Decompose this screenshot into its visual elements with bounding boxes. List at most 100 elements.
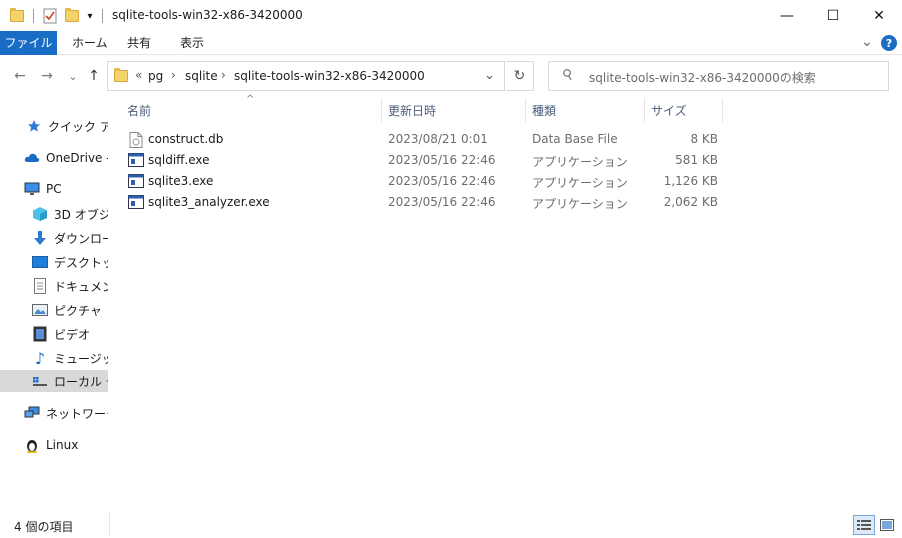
- file-row[interactable]: construct.db 2023/08/21 0:01 Data Base F…: [124, 129, 724, 150]
- new-folder-icon[interactable]: [65, 8, 79, 24]
- nav-item-documents[interactable]: ドキュメント: [0, 275, 108, 297]
- navigation-pane: クイック アクセス OneDrive - Personal PC 3D オブジェ…: [0, 100, 108, 512]
- file-row[interactable]: sqlite3_analyzer.exe 2023/05/16 22:46 アプ…: [124, 192, 724, 213]
- download-arrow-icon: [32, 230, 48, 246]
- nav-item-label: ビデオ: [54, 327, 91, 342]
- file-row[interactable]: sqldiff.exe 2023/05/16 22:46 アプリケーション 58…: [124, 150, 724, 171]
- desktop-icon: [32, 254, 48, 270]
- search-placeholder[interactable]: sqlite-tools-win32-x86-3420000の検索: [589, 69, 816, 86]
- nav-item-label: ダウンロード: [54, 231, 108, 246]
- breadcrumb-sqlite[interactable]: sqlite: [185, 69, 218, 83]
- nav-item-label: ローカル ディスク (C:): [54, 374, 108, 389]
- title-bar: ▾ sqlite-tools-win32-x86-3420000 — ☐ ✕: [0, 0, 902, 31]
- nav-item-onedrive[interactable]: OneDrive - Personal: [0, 147, 108, 169]
- nav-item-music[interactable]: ♪ ミュージック: [0, 347, 108, 369]
- file-date: 2023/05/16 22:46: [388, 195, 496, 209]
- divider: [109, 513, 110, 535]
- nav-item-label: OneDrive - Personal: [46, 151, 108, 165]
- column-divider[interactable]: [722, 98, 723, 122]
- nav-item-videos[interactable]: ビデオ: [0, 323, 108, 345]
- back-arrow-icon[interactable]: ←: [10, 66, 30, 86]
- ribbon-tabs: ファイル ホーム 共有 表示 ⌄ ?: [0, 31, 902, 55]
- column-header-date[interactable]: 更新日時: [388, 101, 436, 121]
- folder-icon: [114, 68, 128, 82]
- column-divider[interactable]: [525, 98, 526, 122]
- file-type: アプリケーション: [532, 176, 628, 190]
- search-box[interactable]: ⚲ sqlite-tools-win32-x86-3420000の検索: [548, 61, 889, 91]
- file-size: 8 KB: [690, 132, 718, 146]
- breadcrumb-separator-icon[interactable]: ›: [221, 68, 226, 82]
- nav-item-desktop[interactable]: デスクトップ: [0, 251, 108, 273]
- expand-ribbon-icon[interactable]: ⌄: [861, 34, 873, 50]
- breadcrumb-overflow-icon[interactable]: «: [135, 68, 142, 82]
- file-type: アプリケーション: [532, 155, 628, 169]
- tab-share[interactable]: 共有: [115, 31, 163, 55]
- nav-item-label: ドキュメント: [54, 279, 108, 294]
- file-size: 2,062 KB: [663, 195, 718, 209]
- details-view-icon[interactable]: [853, 515, 875, 535]
- file-explorer-window: ▾ sqlite-tools-win32-x86-3420000 — ☐ ✕ フ…: [0, 0, 902, 538]
- nav-item-local-disk[interactable]: ローカル ディスク (C:): [0, 370, 108, 392]
- maximize-button[interactable]: ☐: [810, 0, 856, 31]
- nav-item-linux[interactable]: Linux: [0, 434, 108, 456]
- onedrive-cloud-icon: [24, 150, 40, 166]
- close-button[interactable]: ✕: [856, 0, 902, 31]
- quick-access-star-icon: [26, 118, 42, 134]
- column-header-size[interactable]: サイズ: [651, 101, 687, 121]
- properties-check-icon[interactable]: [42, 8, 58, 24]
- nav-item-pc[interactable]: PC: [0, 178, 108, 200]
- search-icon: ⚲: [559, 65, 577, 85]
- address-bar[interactable]: « pg › sqlite › sqlite-tools-win32-x86-3…: [107, 61, 505, 91]
- exe-file-icon: [128, 153, 144, 170]
- videos-icon: [32, 326, 48, 342]
- pc-monitor-icon: [24, 181, 40, 197]
- help-icon[interactable]: ?: [881, 35, 897, 51]
- refresh-button[interactable]: ↻: [506, 61, 534, 91]
- nav-item-label: ミュージック: [54, 351, 108, 366]
- breadcrumb-separator-icon[interactable]: ›: [171, 68, 176, 82]
- nav-item-downloads[interactable]: ダウンロード: [0, 227, 108, 249]
- file-type: Data Base File: [532, 132, 618, 146]
- column-divider[interactable]: [381, 98, 382, 122]
- nav-item-quick-access[interactable]: クイック アクセス: [0, 115, 108, 137]
- breadcrumb-pg[interactable]: pg: [148, 69, 163, 83]
- db-file-icon: [129, 132, 143, 151]
- minimize-button[interactable]: —: [764, 0, 810, 31]
- pictures-icon: [32, 302, 48, 318]
- file-name: sqldiff.exe: [148, 153, 210, 167]
- column-divider[interactable]: [644, 98, 645, 122]
- nav-item-label: 3D オブジェクト: [54, 207, 108, 222]
- tab-view[interactable]: 表示: [168, 31, 216, 55]
- file-type: アプリケーション: [532, 197, 628, 211]
- file-size: 1,126 KB: [663, 174, 718, 188]
- 3d-objects-icon: [32, 206, 48, 222]
- window-title: sqlite-tools-win32-x86-3420000: [112, 8, 303, 22]
- address-dropdown-icon[interactable]: ⌄: [484, 68, 495, 83]
- nav-item-network[interactable]: ネットワーク: [0, 402, 108, 424]
- forward-arrow-icon[interactable]: →: [37, 66, 57, 86]
- file-name: sqlite3.exe: [148, 174, 214, 188]
- column-header-type[interactable]: 種類: [532, 101, 556, 121]
- tab-file[interactable]: ファイル: [0, 31, 57, 55]
- customize-quick-access-icon[interactable]: ▾: [85, 8, 95, 24]
- file-date: 2023/05/16 22:46: [388, 174, 496, 188]
- documents-icon: [32, 278, 48, 294]
- nav-item-label: ピクチャ: [54, 303, 102, 318]
- nav-item-pictures[interactable]: ピクチャ: [0, 299, 108, 321]
- column-header-name[interactable]: 名前: [127, 101, 151, 121]
- file-row[interactable]: sqlite3.exe 2023/05/16 22:46 アプリケーション 1,…: [124, 171, 724, 192]
- nav-item-label: PC: [46, 182, 62, 196]
- up-arrow-icon[interactable]: ↑: [84, 66, 104, 86]
- breadcrumb-current-folder[interactable]: sqlite-tools-win32-x86-3420000: [234, 69, 425, 83]
- nav-item-3d-objects[interactable]: 3D オブジェクト: [0, 203, 108, 225]
- exe-file-icon: [128, 195, 144, 212]
- sort-ascending-icon: ^: [246, 94, 255, 105]
- recent-locations-icon[interactable]: ⌄: [63, 66, 83, 86]
- nav-item-label: ネットワーク: [46, 406, 108, 421]
- tab-home[interactable]: ホーム: [60, 31, 120, 55]
- large-icons-view-icon[interactable]: [876, 515, 898, 535]
- local-disk-icon: [32, 373, 48, 389]
- nav-item-label: クイック アクセス: [48, 119, 108, 134]
- music-note-icon: ♪: [34, 348, 46, 368]
- network-icon: [24, 405, 40, 421]
